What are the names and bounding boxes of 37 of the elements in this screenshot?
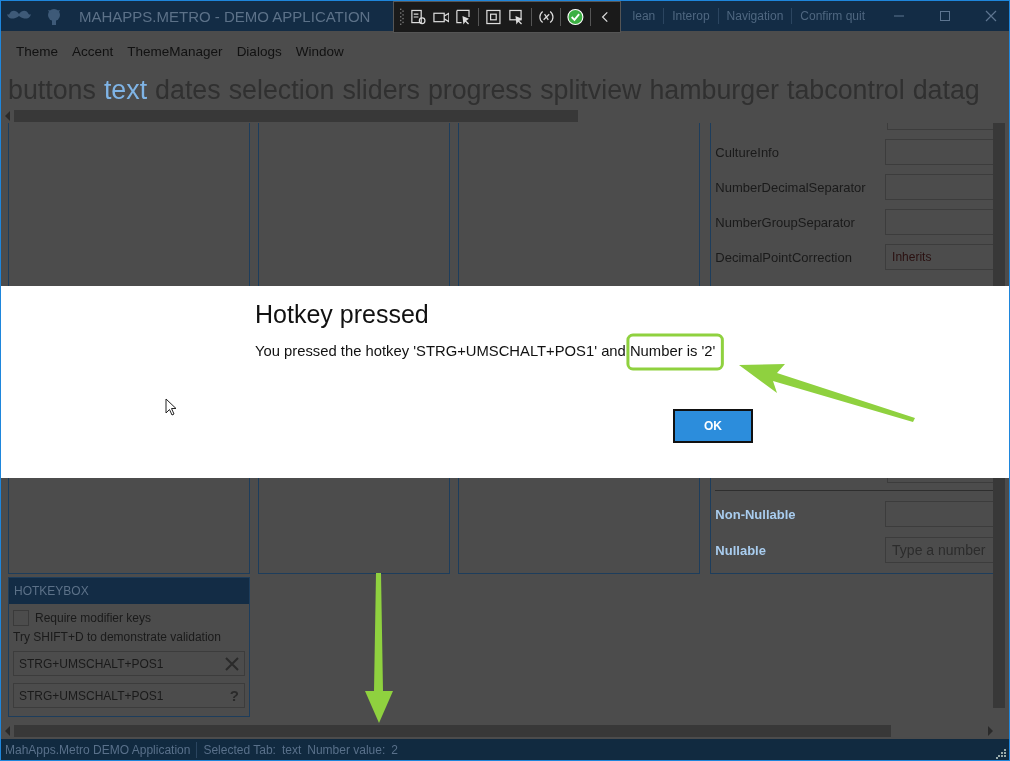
status-text: text <box>281 742 302 757</box>
dialog-message: You pressed the hotkey 'STRG+UMSCHALT+POS1' and Number is '2' <box>255 343 717 359</box>
field-label: Nullable <box>715 542 766 558</box>
binding-icon[interactable] <box>537 8 555 26</box>
maximize-icon[interactable] <box>939 10 951 22</box>
menu-item[interactable]: ThemeManager <box>120 43 230 59</box>
grip-icon <box>400 7 404 27</box>
adorner-icon[interactable] <box>485 8 502 26</box>
mouse-cursor-icon <box>165 398 177 416</box>
menu-item[interactable]: Window <box>288 43 351 59</box>
panel-header: HOTKEYBOX <box>9 578 249 604</box>
tab[interactable]: text <box>103 74 148 106</box>
status-text: MahApps.Metro DEMO Application <box>5 742 191 757</box>
title-bar-command[interactable]: lean <box>624 9 664 23</box>
resize-grip-icon[interactable] <box>996 748 1006 759</box>
status-text: Selected Tab: <box>203 742 276 757</box>
help-button[interactable]: ? <box>229 687 239 704</box>
track-focus-icon[interactable] <box>507 8 525 26</box>
checkmark-icon[interactable] <box>567 8 585 26</box>
title-bar-command[interactable]: Interop <box>664 9 718 23</box>
close-icon[interactable] <box>985 10 997 22</box>
visual-tree-icon[interactable] <box>409 8 427 26</box>
select-element-icon[interactable] <box>455 8 473 26</box>
mustache-icon <box>7 10 31 22</box>
close-icon[interactable] <box>225 656 239 671</box>
menu-item[interactable]: Dialogs <box>229 43 289 59</box>
window-title: MAHAPPS.METRO - DEMO APPLICATION <box>79 7 371 25</box>
input-field[interactable]: Inherits <box>885 244 994 270</box>
menu-item[interactable]: Theme <box>9 43 66 59</box>
status-text: Number value: <box>307 742 386 757</box>
title-bar-command[interactable]: Navigation <box>718 9 792 23</box>
field-label: Non-Nullable <box>715 506 796 522</box>
menu-item[interactable]: Accent <box>65 43 121 59</box>
dialog-title: Hotkey pressed <box>255 300 430 329</box>
title-bar-command[interactable]: Confirm quit <box>792 9 873 23</box>
status-text: 2 <box>391 742 398 757</box>
ok-button[interactable]: OK <box>673 409 753 443</box>
